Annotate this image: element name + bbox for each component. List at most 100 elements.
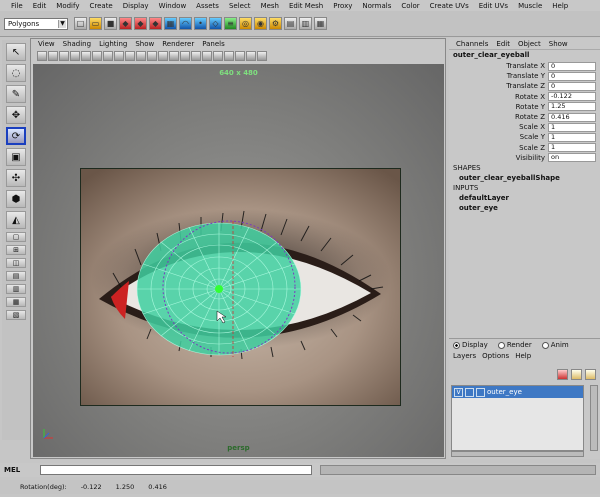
channel-box-menu-channels[interactable]: Channels <box>452 40 492 48</box>
xray-icon[interactable] <box>191 50 201 61</box>
viewport-menu-lighting[interactable]: Lighting <box>95 40 131 48</box>
universal-manipulator-icon[interactable]: ✣ <box>6 169 26 187</box>
select-component-icon[interactable]: ◆ <box>149 17 162 30</box>
menu-item-create[interactable]: Create <box>84 2 117 10</box>
new-scene-icon[interactable]: □ <box>74 17 87 30</box>
menu-item-create-uvs[interactable]: Create UVs <box>425 2 474 10</box>
select-hierarchy-icon[interactable]: ◆ <box>119 17 132 30</box>
menu-set-dropdown[interactable]: Polygons ▼ <box>4 17 68 30</box>
resolution-gate-icon[interactable] <box>103 50 113 61</box>
select-tool-icon[interactable]: ↖ <box>6 43 26 61</box>
channel-box-menu-show[interactable]: Show <box>545 40 572 48</box>
gate-mask-icon[interactable] <box>114 50 124 61</box>
attribute-value-field[interactable]: on <box>548 153 596 163</box>
layer-row[interactable]: V outer_eye <box>452 386 583 398</box>
menu-item-help[interactable]: Help <box>547 2 573 10</box>
shadows-icon[interactable] <box>224 50 234 61</box>
viewport-menu-panels[interactable]: Panels <box>198 40 229 48</box>
layout-single-pane-icon[interactable]: ▢ <box>6 232 26 242</box>
grid-icon[interactable] <box>81 50 91 61</box>
viewport-menu-shading[interactable]: Shading <box>59 40 95 48</box>
smooth-shade-icon[interactable] <box>169 50 179 61</box>
toggle-channel-box-icon[interactable]: ▦ <box>314 17 327 30</box>
channel-box-menu-edit[interactable]: Edit <box>492 40 514 48</box>
channel-box-menu-object[interactable]: Object <box>514 40 545 48</box>
render-settings-icon[interactable]: ⚙ <box>269 17 282 30</box>
viewport-menu-show[interactable]: Show <box>131 40 158 48</box>
viewport-menu-view[interactable]: View <box>34 40 59 48</box>
layout-outliner-icon[interactable]: ▤ <box>6 271 26 281</box>
attribute-value-field[interactable]: 1 <box>548 132 596 142</box>
attribute-value-field[interactable]: 1 <box>548 143 596 153</box>
safe-action-icon[interactable] <box>136 50 146 61</box>
layer-visibility-toggle[interactable]: V <box>454 387 463 397</box>
soft-modification-tool-icon[interactable]: ⬢ <box>6 190 26 208</box>
layer-menu-help[interactable]: Help <box>515 352 531 360</box>
layer-menu-layers[interactable]: Layers <box>453 352 476 360</box>
wireframe-icon[interactable] <box>158 50 168 61</box>
command-input[interactable] <box>40 465 312 475</box>
toggle-tool-settings-icon[interactable]: ▥ <box>299 17 312 30</box>
field-chart-icon[interactable] <box>125 50 135 61</box>
layout-two-pane-icon[interactable]: ◫ <box>6 258 26 268</box>
layout-custom-icon[interactable]: ▧ <box>6 310 26 320</box>
history-icon[interactable]: ≡ <box>224 17 237 30</box>
rotate-tool-icon[interactable]: ⟳ <box>6 127 26 145</box>
menu-item-file[interactable]: File <box>6 2 28 10</box>
radio-render-dot[interactable] <box>497 341 505 349</box>
radio-anim-dot[interactable] <box>541 341 549 349</box>
menu-item-color[interactable]: Color <box>396 2 424 10</box>
menu-item-edit[interactable]: Edit <box>28 2 52 10</box>
safe-title-icon[interactable] <box>147 50 157 61</box>
use-all-lights-icon[interactable] <box>213 50 223 61</box>
layer-display-type-toggle[interactable] <box>465 387 474 397</box>
camera-select-icon[interactable] <box>37 50 47 61</box>
toggle-attribute-editor-icon[interactable]: ▤ <box>284 17 297 30</box>
scale-tool-icon[interactable]: ▣ <box>6 148 26 166</box>
attribute-value-field[interactable]: 1 <box>548 122 596 132</box>
attribute-value-field[interactable]: 0.416 <box>548 112 596 122</box>
command-language-label[interactable]: MEL <box>4 466 40 474</box>
camera-attributes-icon[interactable] <box>48 50 58 61</box>
menu-item-modify[interactable]: Modify <box>51 2 84 10</box>
layer-menu-options[interactable]: Options <box>482 352 509 360</box>
layer-list-horizontal-scrollbar[interactable] <box>451 451 584 457</box>
radio-display-dot[interactable] <box>453 341 460 349</box>
radio-render[interactable]: Render <box>497 341 532 349</box>
ipr-render-icon[interactable]: ◉ <box>254 17 267 30</box>
layer-color-swatch[interactable] <box>476 387 485 397</box>
menu-item-display[interactable]: Display <box>118 2 154 10</box>
menu-item-normals[interactable]: Normals <box>357 2 396 10</box>
layout-four-pane-icon[interactable]: ⊞ <box>6 245 26 255</box>
radio-anim[interactable]: Anim <box>541 341 569 349</box>
menu-item-window[interactable]: Window <box>154 2 192 10</box>
xray-joints-icon[interactable] <box>257 50 267 61</box>
lasso-tool-icon[interactable]: ◌ <box>6 64 26 82</box>
layout-graph-icon[interactable]: ▥ <box>6 284 26 294</box>
isolate-select-icon[interactable] <box>246 50 256 61</box>
shape-node-item[interactable]: outer_clear_eyeballShape <box>449 173 600 183</box>
textured-icon[interactable] <box>202 50 212 61</box>
new-layer-icon[interactable] <box>571 369 582 380</box>
snap-grid-icon[interactable]: ▦ <box>164 17 177 30</box>
input-node-item[interactable]: defaultLayer <box>449 193 600 203</box>
selected-node-name[interactable]: outer_clear_eyeball <box>449 50 600 61</box>
viewport-3d-view[interactable]: 640 x 480 persp <box>33 64 444 457</box>
menu-item-edit-uvs[interactable]: Edit UVs <box>474 2 513 10</box>
paint-select-tool-icon[interactable]: ✎ <box>6 85 26 103</box>
image-plane-icon[interactable] <box>70 50 80 61</box>
move-tool-icon[interactable]: ✥ <box>6 106 26 124</box>
show-manipulator-icon[interactable]: ◭ <box>6 211 26 229</box>
new-layer-selected-icon[interactable] <box>585 369 596 380</box>
radio-display[interactable]: Display <box>453 341 488 349</box>
menu-item-select[interactable]: Select <box>224 2 256 10</box>
attribute-value-field[interactable]: 0 <box>548 81 596 91</box>
select-object-icon[interactable]: ◆ <box>134 17 147 30</box>
menu-item-proxy[interactable]: Proxy <box>328 2 357 10</box>
menu-item-muscle[interactable]: Muscle <box>513 2 547 10</box>
bookmark-icon[interactable] <box>59 50 69 61</box>
snap-point-icon[interactable]: • <box>194 17 207 30</box>
snap-curve-icon[interactable]: ◠ <box>179 17 192 30</box>
menu-item-edit-mesh[interactable]: Edit Mesh <box>284 2 328 10</box>
attribute-value-field[interactable]: 0 <box>548 71 596 81</box>
